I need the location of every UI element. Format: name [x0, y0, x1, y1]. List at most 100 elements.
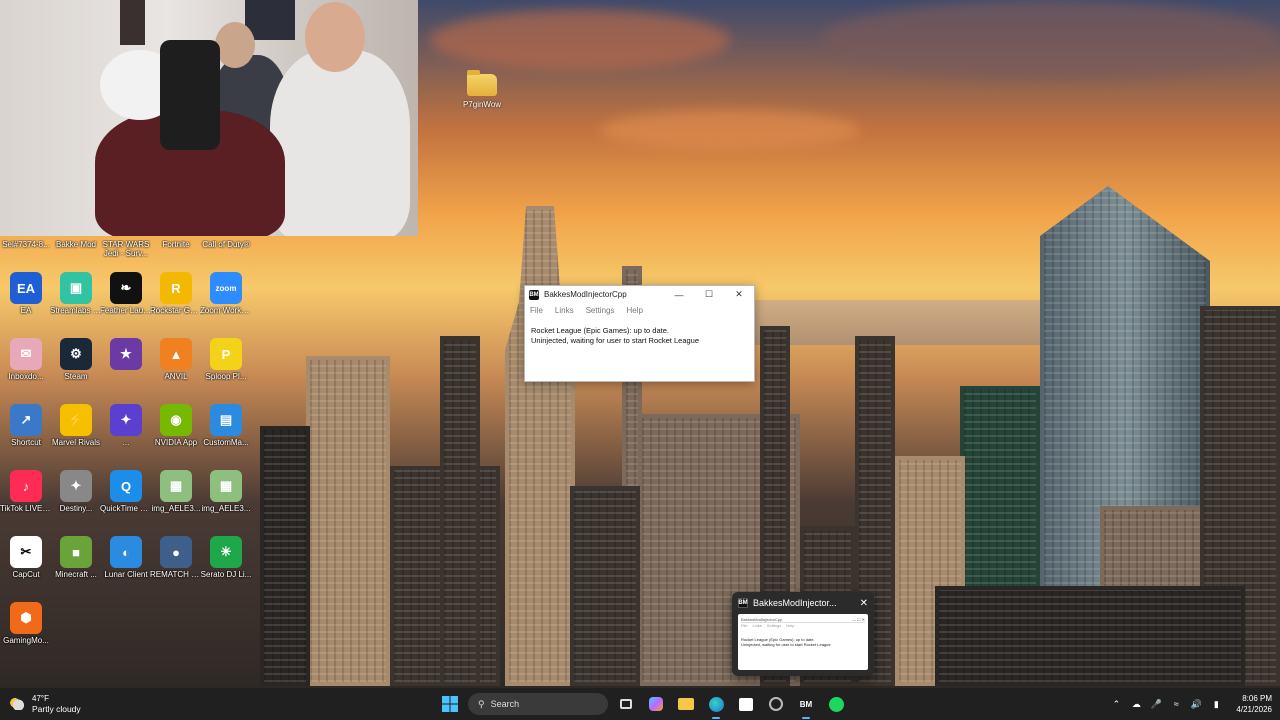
- desktop-shortcut[interactable]: ▦ img_AELE3...: [200, 470, 252, 513]
- desktop-shortcut[interactable]: ⚙ Steam: [50, 338, 102, 381]
- desktop-shortcut[interactable]: ⬢ GamingMo...: [0, 602, 52, 645]
- copilot-button[interactable]: [644, 692, 668, 716]
- system-tray: ⌃ ☁ 🎤 ≈ 🔊 ▮ 8:06 PM 4/21/2026: [1110, 688, 1272, 720]
- desktop-shortcut[interactable]: Fortnite: [150, 238, 202, 249]
- desktop-shortcut[interactable]: ✳ Serato DJ Li...: [200, 536, 252, 579]
- desktop-shortcut[interactable]: ◉ NVIDIA App: [150, 404, 202, 447]
- desktop-shortcut[interactable]: zoom Zoom Workplace: [200, 272, 252, 315]
- task-view-button[interactable]: [614, 692, 638, 716]
- desktop-shortcut[interactable]: ■ Minecraft ...: [50, 536, 102, 579]
- skyscraper: [570, 486, 640, 686]
- onedrive-icon[interactable]: ☁: [1130, 699, 1142, 710]
- weather-widget[interactable]: 47°F Partly cloudy: [0, 694, 200, 714]
- desktop-shortcut-label: Steam: [64, 372, 88, 381]
- spotify-button[interactable]: [824, 692, 848, 716]
- app-icon: ▲: [160, 338, 192, 370]
- app-icon: ◉: [160, 404, 192, 436]
- gaming-chair: [160, 40, 220, 150]
- menu-links[interactable]: Links: [555, 306, 574, 315]
- desktop-shortcut-label: REMATCH BETA TEST: [150, 570, 202, 579]
- weather-temperature: 47°F: [32, 694, 49, 703]
- desktop-shortcut[interactable]: Q QuickTime Player: [100, 470, 152, 513]
- edge-button[interactable]: [704, 692, 728, 719]
- desktop-shortcut[interactable]: ▦ img_AELE3...: [150, 470, 202, 513]
- app-icon: ✦: [60, 470, 92, 502]
- microsoft-store-button[interactable]: [734, 692, 758, 716]
- battery-icon[interactable]: ▮: [1210, 699, 1222, 710]
- bakkesmod-icon: BM: [799, 699, 813, 709]
- desktop-shortcut[interactable]: ⚡ Marvel Rivals: [50, 404, 102, 447]
- desktop-shortcut-label: Minecraft ...: [55, 570, 97, 579]
- desktop-shortcut[interactable]: Bakke Mod: [50, 238, 102, 249]
- maximize-button[interactable]: ☐: [694, 286, 724, 303]
- desktop-shortcut[interactable]: ❧ Feather Launcher: [100, 272, 152, 315]
- desktop-shortcut[interactable]: Sel#7374-8...: [0, 238, 52, 249]
- start-button[interactable]: [438, 692, 462, 716]
- desktop-shortcut-label: GamingMo...: [3, 636, 49, 645]
- volume-icon[interactable]: 🔊: [1190, 699, 1202, 710]
- app-icon: ▦: [160, 470, 192, 502]
- chevron-up-icon[interactable]: ⌃: [1110, 699, 1122, 710]
- system-clock[interactable]: 8:06 PM 4/21/2026: [1236, 693, 1272, 715]
- desktop-shortcut[interactable]: Call of Duty®: [200, 238, 252, 249]
- preview-close-button[interactable]: ✕: [860, 598, 868, 609]
- desktop-shortcut-label: img_AELE3...: [201, 504, 251, 513]
- app-icon: R: [160, 272, 192, 304]
- app-icon: ◐: [110, 536, 142, 568]
- app-icon: ⬢: [10, 602, 42, 634]
- wifi-icon[interactable]: ≈: [1170, 699, 1182, 709]
- media-app-button[interactable]: [764, 692, 788, 716]
- desktop-shortcut[interactable]: ↗ Shortcut: [0, 404, 52, 447]
- store-icon: [739, 697, 753, 711]
- desktop-shortcut[interactable]: EA EA: [0, 272, 52, 315]
- thumb-controls: — ☐ ✕: [851, 617, 865, 622]
- window-title: BakkesModInjectorCpp: [544, 290, 627, 299]
- menu-file[interactable]: File: [530, 306, 543, 315]
- desktop-shortcut[interactable]: ◐ Lunar Client: [100, 536, 152, 579]
- bakkesmod-taskbar-button[interactable]: BM: [794, 692, 818, 719]
- desktop-shortcut[interactable]: ✦ Destiny...: [50, 470, 102, 513]
- minimize-button[interactable]: —: [664, 286, 694, 303]
- menu-settings[interactable]: Settings: [586, 306, 615, 315]
- desktop-shortcut-label: ...: [122, 438, 130, 447]
- desktop-shortcut-label: Sel#7374-8...: [2, 240, 50, 249]
- desktop-shortcut[interactable]: STAR WARS Jedi - Surv...: [100, 238, 152, 258]
- close-button[interactable]: ✕: [724, 286, 754, 303]
- microphone-icon[interactable]: 🎤: [1150, 699, 1162, 710]
- desktop-shortcut[interactable]: ♪ TikTok LIVE Studio: [0, 470, 52, 513]
- desktop-shortcut[interactable]: ★: [100, 338, 152, 372]
- desktop-shortcut[interactable]: ▲ ANVIL: [150, 338, 202, 381]
- desktop-shortcut-label: QuickTime Player: [100, 504, 152, 513]
- menu-help[interactable]: Help: [626, 306, 642, 315]
- window-menubar: File Links Settings Help: [525, 303, 754, 318]
- desktop-shortcut-label: Destiny...: [59, 504, 93, 513]
- desktop-shortcut[interactable]: ▣ Streamlabs Desktop: [50, 272, 102, 315]
- desktop-shortcut-label: Sploop Pl...: [205, 372, 247, 381]
- desktop-shortcut-label: Fortnite: [162, 240, 190, 249]
- desktop-shortcut-label: Feather Launcher: [100, 306, 152, 315]
- file-explorer-button[interactable]: [674, 692, 698, 716]
- desktop-shortcut[interactable]: ● REMATCH BETA TEST: [150, 536, 202, 579]
- desktop-shortcut-label: Inboxdo...: [8, 372, 44, 381]
- desktop-shortcut[interactable]: ✂ CapCut: [0, 536, 52, 579]
- preview-thumbnail[interactable]: BakkesModInjectorCpp — ☐ ✕ File Links Set…: [738, 614, 868, 670]
- desktop-shortcut[interactable]: P Sploop Pl...: [200, 338, 252, 381]
- window-titlebar[interactable]: BM BakkesModInjectorCpp — ☐ ✕: [525, 286, 754, 303]
- edge-icon: [708, 696, 724, 712]
- taskbar-search[interactable]: ⚲ Search: [468, 693, 608, 715]
- desktop-shortcut[interactable]: ▤ CustomMa...: [200, 404, 252, 447]
- desktop-shortcut-label: CapCut: [12, 570, 40, 579]
- desktop-shortcut[interactable]: ✉ Inboxdo...: [0, 338, 52, 381]
- taskbar-window-preview[interactable]: BM BakkesModInjector... ✕ BakkesModInjec…: [732, 592, 874, 676]
- thumb-menu-item: File: [741, 623, 748, 628]
- skyscraper: [505, 206, 575, 686]
- injector-window[interactable]: BM BakkesModInjectorCpp — ☐ ✕ File Links…: [524, 285, 755, 382]
- clock-time: 8:06 PM: [1242, 694, 1272, 703]
- app-icon: P: [210, 338, 242, 370]
- desktop-folder[interactable]: P7ginWow: [462, 70, 502, 109]
- folder-icon: [678, 698, 694, 710]
- desktop-shortcut-label: Call of Duty®: [202, 240, 250, 249]
- desktop-shortcut-label: STAR WARS Jedi - Surv...: [102, 240, 150, 258]
- desktop-shortcut[interactable]: R Rockstar Games...: [150, 272, 202, 315]
- desktop-shortcut[interactable]: ✦...: [100, 404, 152, 447]
